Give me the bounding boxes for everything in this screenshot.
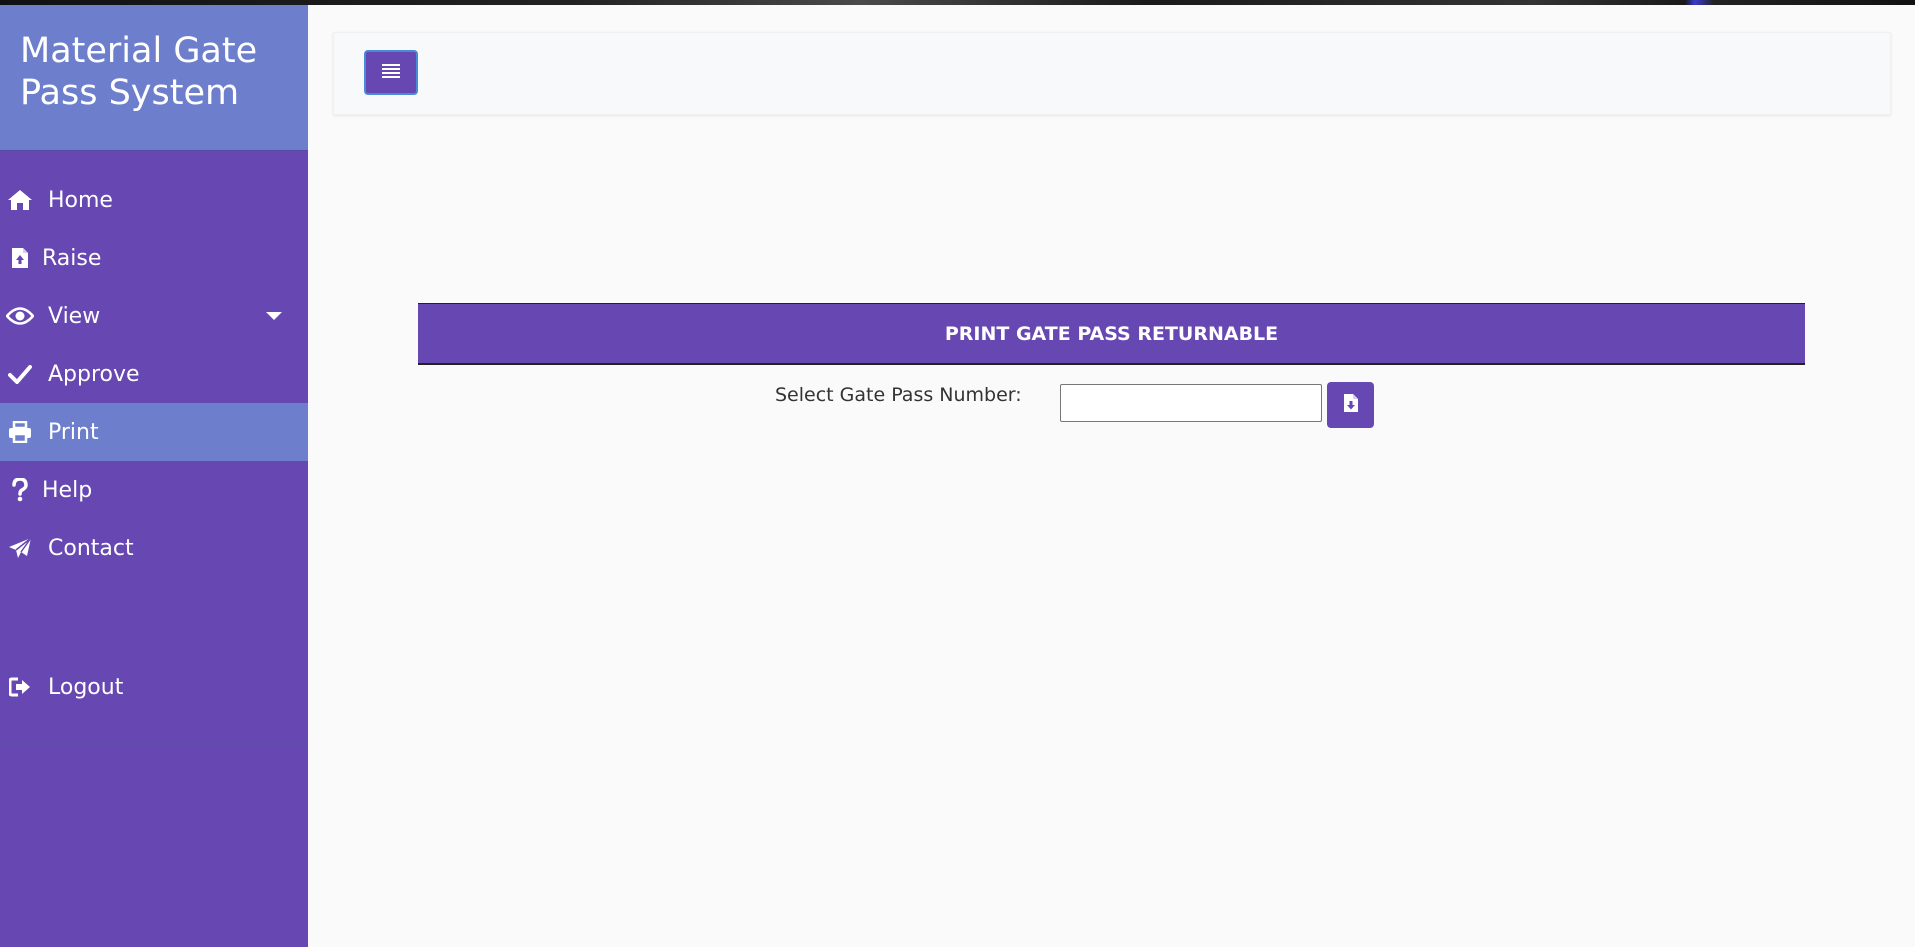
sidebar-item-label: Print [48, 419, 99, 445]
sidebar-item-label: Contact [48, 535, 134, 561]
sidebar-item-help[interactable]: Help [0, 461, 308, 519]
sidebar-item-label: Approve [48, 361, 140, 387]
file-download-icon [1343, 393, 1359, 417]
check-icon [6, 360, 34, 388]
sidebar-item-print[interactable]: Print [0, 403, 308, 461]
paper-plane-icon [6, 534, 34, 562]
gate-pass-number-label: Select Gate Pass Number: [775, 384, 1022, 406]
sidebar-item-home[interactable]: Home [0, 171, 308, 229]
sidebar-toggle-button[interactable] [364, 50, 418, 95]
eye-icon [6, 302, 34, 330]
sidebar-item-label: Raise [42, 245, 102, 271]
question-icon [6, 476, 34, 504]
sidebar-item-logout[interactable]: Logout [0, 658, 308, 716]
sidebar-item-label: View [48, 303, 101, 329]
sidebar-bottom: Logout [0, 606, 308, 716]
sidebar-item-raise[interactable]: Raise [0, 229, 308, 287]
sidebar-item-label: Help [42, 477, 93, 503]
file-upload-icon [6, 244, 34, 272]
download-button[interactable] [1327, 382, 1374, 428]
sidebar-nav: Home Raise View Approve Print Help Conta… [0, 151, 308, 577]
sidebar-item-view[interactable]: View [0, 287, 308, 345]
app-title: Material Gate Pass System [20, 31, 258, 113]
menu-lines-icon [382, 63, 400, 83]
sidebar-item-label: Home [48, 187, 113, 213]
sidebar-item-contact[interactable]: Contact [0, 519, 308, 577]
sidebar-divider [0, 744, 308, 745]
sidebar-item-approve[interactable]: Approve [0, 345, 308, 403]
sign-out-icon [6, 673, 34, 701]
sidebar: Material Gate Pass System Home Raise Vie… [0, 5, 308, 947]
brand-header: Material Gate Pass System [0, 5, 308, 151]
sidebar-item-label: Logout [48, 674, 124, 700]
gate-pass-number-input[interactable] [1060, 384, 1322, 422]
print-icon [6, 418, 34, 446]
panel-title: PRINT GATE PASS RETURNABLE [418, 303, 1805, 365]
home-icon [6, 186, 34, 214]
chevron-down-icon[interactable] [266, 312, 282, 320]
top-navbar [333, 32, 1891, 115]
